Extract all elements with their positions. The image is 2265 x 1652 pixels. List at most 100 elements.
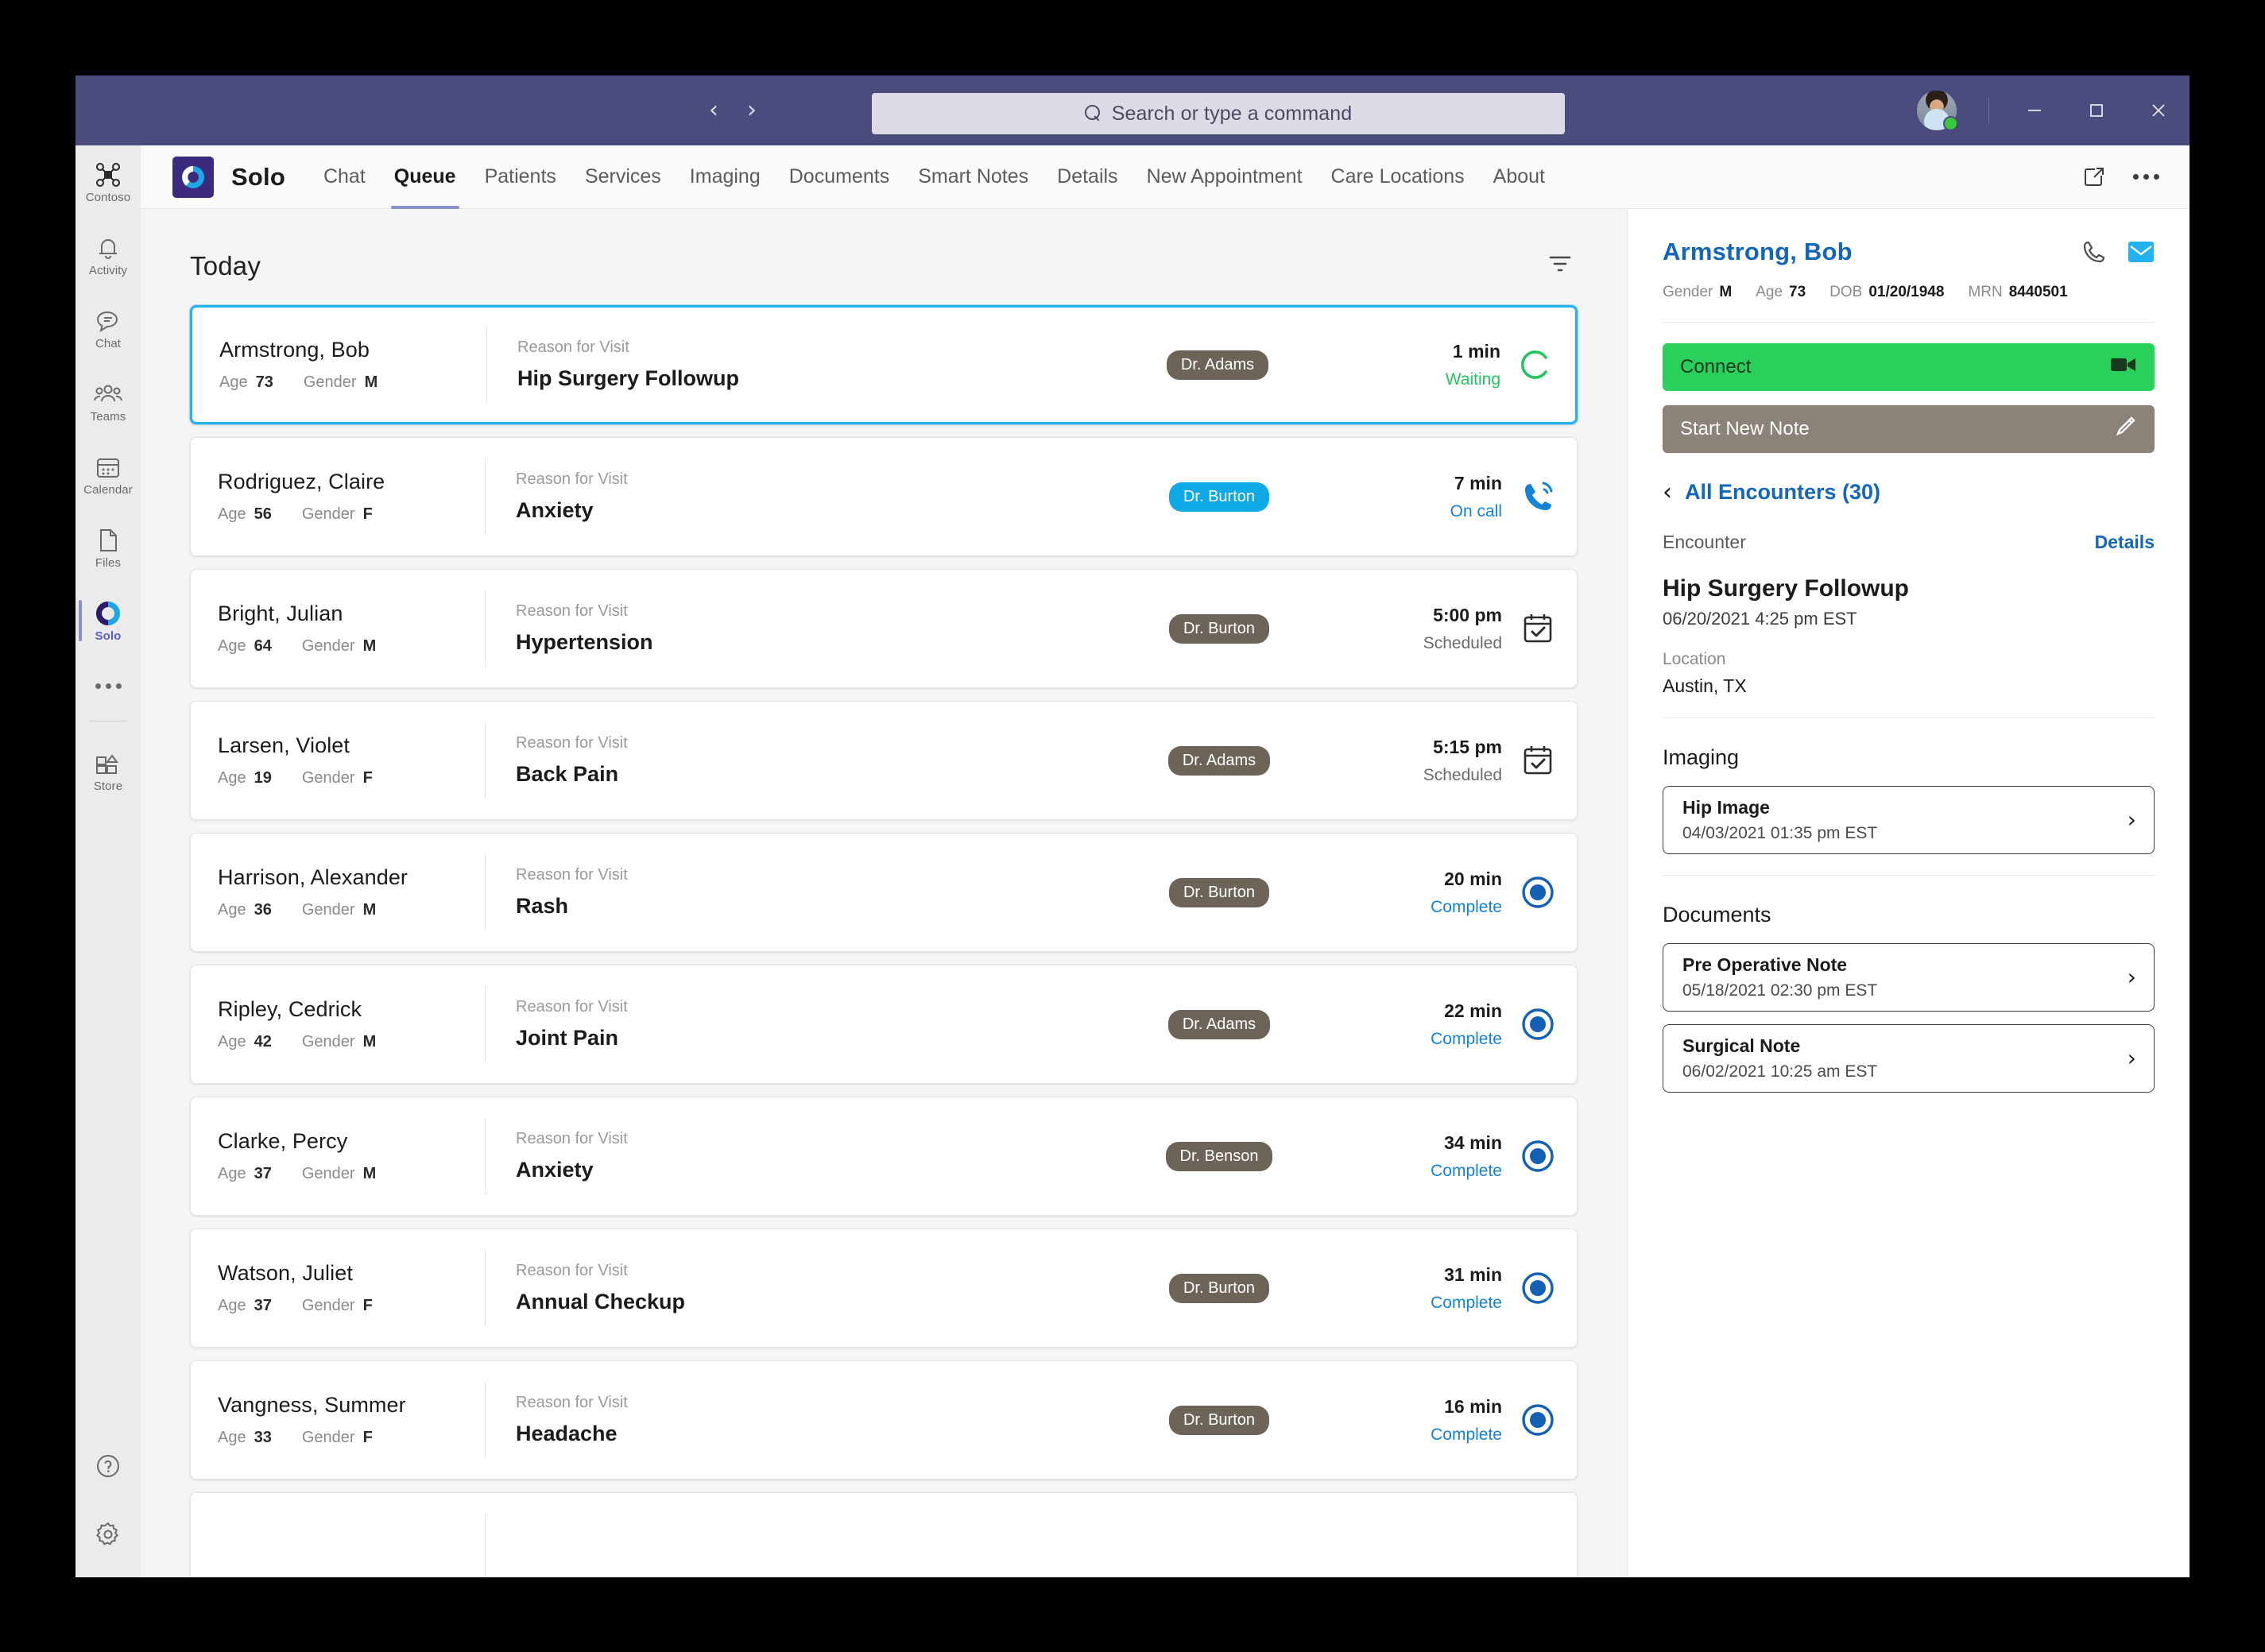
solo-ring-icon — [95, 600, 122, 627]
table-row[interactable]: Vangness, SummerAge33GenderFReason for V… — [190, 1360, 1578, 1480]
mail-icon[interactable] — [2128, 240, 2155, 264]
sidebar-item-label: Files — [95, 557, 121, 569]
table-row[interactable]: Watson, JulietAge37GenderFReason for Vis… — [190, 1228, 1578, 1348]
tab-care-locations[interactable]: Care Locations — [1317, 145, 1479, 209]
doctor-badge: Dr. Benson — [1166, 1142, 1273, 1171]
all-encounters-label: All Encounters (30) — [1685, 480, 1880, 505]
table-row[interactable]: Harrison, AlexanderAge36GenderMReason fo… — [190, 833, 1578, 952]
card-title: Pre Operative Note — [1682, 954, 1877, 976]
doctor-cell: Dr. Adams — [1100, 1010, 1338, 1039]
tab-new-appointment[interactable]: New Appointment — [1132, 145, 1317, 209]
phone-icon[interactable] — [2081, 239, 2107, 265]
help-circle-icon[interactable] — [92, 1450, 124, 1482]
table-row[interactable]: Clarke, PercyAge37GenderMReason for Visi… — [190, 1097, 1578, 1216]
document-item[interactable]: Pre Operative Note05/18/2021 02:30 pm ES… — [1663, 943, 2155, 1012]
encounter-details-link[interactable]: Details — [2095, 532, 2155, 553]
age-value: 56 — [254, 505, 272, 524]
tab-imaging[interactable]: Imaging — [676, 145, 775, 209]
radio-selected-icon[interactable] — [1520, 1006, 1556, 1043]
status-text: 20 minComplete — [1431, 869, 1502, 917]
table-row[interactable]: Armstrong, BobAge73GenderMReason for Vis… — [190, 305, 1578, 424]
start-new-note-button[interactable]: Start New Note — [1663, 405, 2155, 453]
maximize-icon[interactable] — [2066, 75, 2128, 145]
reason-for-visit-value: Anxiety — [516, 1158, 1100, 1182]
gender-label: Gender — [302, 1165, 355, 1183]
patient-name: Armstrong, Bob — [1663, 238, 1853, 266]
status-badge: Scheduled — [1423, 766, 1502, 785]
radio-selected-icon[interactable] — [1520, 1270, 1556, 1306]
status-cell: 7 minOn call — [1338, 473, 1577, 521]
age-value: 19 — [254, 769, 272, 787]
filter-icon[interactable] — [1541, 247, 1579, 284]
sidebar-item-calendar[interactable]: Calendar — [76, 438, 141, 511]
gender-label: Gender — [302, 1429, 355, 1447]
search-input[interactable]: Search or type a command — [872, 93, 1565, 134]
tab-documents[interactable]: Documents — [775, 145, 904, 209]
sidebar-item-activity[interactable]: Activity — [76, 219, 141, 292]
status-badge: Scheduled — [1423, 634, 1502, 653]
imaging-item[interactable]: Hip Image04/03/2021 01:35 pm EST› — [1663, 786, 2155, 854]
table-row[interactable]: Rodriguez, ClaireAge56GenderFReason for … — [190, 437, 1578, 556]
tab-details[interactable]: Details — [1043, 145, 1132, 209]
search-placeholder: Search or type a command — [1112, 103, 1353, 126]
spinner-icon[interactable] — [1518, 346, 1555, 383]
gear-icon[interactable] — [92, 1519, 124, 1550]
reason-for-visit-label: Reason for Visit — [516, 734, 1100, 752]
back-icon[interactable]: ‹ — [703, 99, 724, 122]
status-badge: Complete — [1431, 1294, 1502, 1313]
reason-for-visit-value: Hypertension — [516, 630, 1100, 655]
avatar[interactable] — [1917, 91, 1957, 130]
sidebar-item-chat[interactable]: Chat — [76, 292, 141, 365]
radio-selected-icon[interactable] — [1520, 1402, 1556, 1438]
tab-services[interactable]: Services — [571, 145, 676, 209]
calendar-icon — [95, 454, 121, 481]
tab-about[interactable]: About — [1479, 145, 1559, 209]
status-text: 1 minWaiting — [1446, 341, 1500, 389]
status-time: 1 min — [1446, 341, 1500, 362]
calendar-check-icon[interactable] — [1520, 742, 1556, 779]
reason-for-visit-value: Anxiety — [516, 498, 1100, 523]
connect-button[interactable]: Connect — [1663, 343, 2155, 391]
tab-chat[interactable]: Chat — [309, 145, 380, 209]
forward-icon[interactable]: › — [741, 99, 762, 122]
more-horizontal-icon[interactable] — [2133, 174, 2159, 180]
open-in-new-icon[interactable] — [2082, 165, 2106, 189]
sidebar-item-files[interactable]: Files — [76, 511, 141, 584]
table-row[interactable]: Ripley, CedrickAge42GenderMReason for Vi… — [190, 965, 1578, 1084]
patient-meta: Age42GenderM — [218, 1033, 485, 1051]
tab-patients[interactable]: Patients — [470, 145, 571, 209]
calendar-check-icon[interactable] — [1520, 610, 1556, 647]
all-encounters-link[interactable]: ‹ All Encounters (30) — [1663, 480, 2155, 505]
age-value: 36 — [254, 901, 272, 919]
more-horizontal-icon[interactable] — [76, 657, 141, 714]
close-icon[interactable] — [2128, 75, 2190, 145]
tab-smart-notes[interactable]: Smart Notes — [904, 145, 1043, 209]
card-datetime: 04/03/2021 01:35 pm EST — [1682, 824, 1877, 843]
table-row[interactable] — [190, 1492, 1578, 1577]
patient-cell: Rodriguez, ClaireAge56GenderF — [191, 470, 485, 524]
gender-label: Gender — [302, 1033, 355, 1051]
title-bar: ‹ › Search or type a command — [76, 75, 2190, 145]
gender-value: F — [363, 505, 373, 524]
sidebar-item-solo[interactable]: Solo — [76, 584, 141, 657]
radio-selected-icon[interactable] — [1520, 1138, 1556, 1174]
sidebar-item-contoso[interactable]: Contoso — [76, 145, 141, 219]
table-row[interactable]: Bright, JulianAge64GenderMReason for Vis… — [190, 569, 1578, 688]
doctor-badge: Dr. Adams — [1168, 746, 1270, 776]
dob-label: DOB — [1829, 284, 1862, 301]
sidebar-item-store[interactable]: Store — [76, 734, 141, 807]
queue-list: Armstrong, BobAge73GenderMReason for Vis… — [141, 305, 1627, 1577]
patient-name: Armstrong, Bob — [219, 338, 486, 362]
patient-cell: Watson, JulietAge37GenderF — [191, 1261, 485, 1315]
status-text: 5:00 pmScheduled — [1423, 605, 1502, 653]
minimize-icon[interactable] — [2004, 75, 2066, 145]
document-item[interactable]: Surgical Note06/02/2021 10:25 am EST› — [1663, 1024, 2155, 1093]
doctor-badge: Dr. Adams — [1167, 350, 1268, 380]
patient-name: Clarke, Percy — [218, 1129, 485, 1154]
tab-queue[interactable]: Queue — [380, 145, 470, 209]
table-row[interactable]: Larsen, VioletAge19GenderFReason for Vis… — [190, 701, 1578, 820]
sidebar-item-teams[interactable]: Teams — [76, 365, 141, 438]
radio-selected-icon[interactable] — [1520, 874, 1556, 911]
status-text: 5:15 pmScheduled — [1423, 737, 1502, 785]
phone-in-call-icon[interactable] — [1520, 478, 1556, 515]
